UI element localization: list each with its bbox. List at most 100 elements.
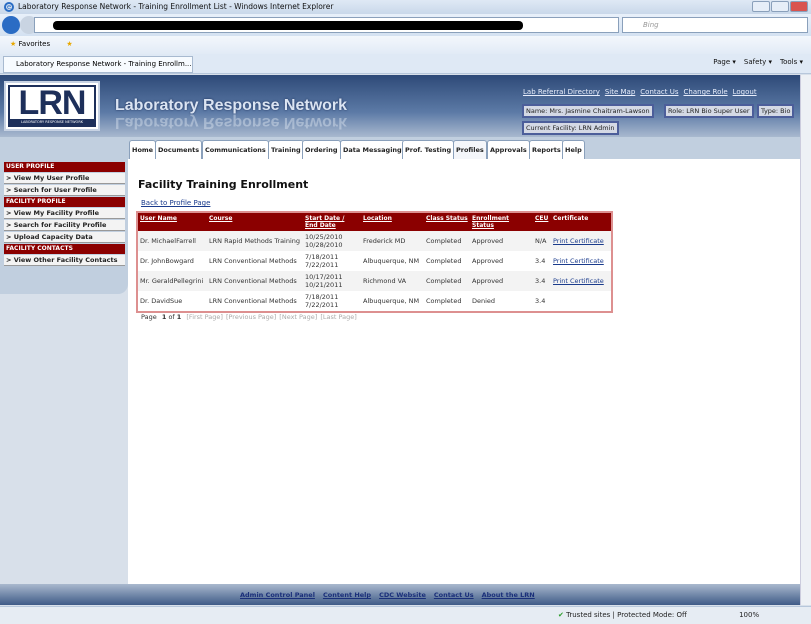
- enrollment-table: User Name Course Start Date / End Date L…: [136, 211, 613, 313]
- safety-menu[interactable]: Safety ▾: [744, 58, 772, 66]
- logo-text: LRN: [18, 84, 87, 122]
- top-links: Lab Referral Directory Site Map Contact Us…: [523, 88, 762, 96]
- tab-communications[interactable]: Communications: [202, 140, 269, 159]
- cell-course: LRN Conventional Methods: [209, 297, 297, 305]
- star-icon: ★: [10, 40, 17, 48]
- site-footer: Admin Control Panel Content Help CDC Websi…: [0, 584, 800, 605]
- col-user-name[interactable]: User Name: [140, 215, 177, 222]
- tab-prof-testing[interactable]: Prof. Testing: [402, 140, 455, 159]
- cell-class-status: Completed: [424, 231, 470, 251]
- cdc-website-link[interactable]: CDC Website: [379, 591, 426, 599]
- search-box[interactable]: Bing: [622, 17, 808, 33]
- close-button[interactable]: [790, 1, 808, 12]
- tab-training[interactable]: Training: [268, 140, 304, 159]
- cell-dates: 7/18/2011 7/22/2011: [305, 253, 339, 269]
- cell-course: LRN Conventional Methods: [209, 257, 297, 265]
- change-role-link[interactable]: Change Role: [684, 88, 728, 96]
- address-bar[interactable]: [34, 17, 619, 33]
- lab-referral-link[interactable]: Lab Referral Directory: [523, 88, 600, 96]
- cell-certificate: Print Certificate: [551, 271, 612, 291]
- cell-class-status: Completed: [426, 297, 462, 305]
- sidebar-item-search-facility-profile[interactable]: > Search for Facility Profile: [4, 220, 125, 231]
- tools-menu[interactable]: Tools ▾: [780, 58, 803, 66]
- page-title: Facility Training Enrollment: [138, 178, 309, 191]
- cell-course: LRN Rapid Methods Training: [207, 231, 303, 251]
- tab-ordering[interactable]: Ordering: [302, 140, 341, 159]
- tab-reports[interactable]: Reports: [529, 140, 564, 159]
- cell-enrollment-status: Approved: [470, 231, 533, 251]
- user-name-box: Name: Mrs. Jasmine Chaitram-Lawson: [522, 104, 654, 118]
- contact-us-link[interactable]: Contact Us: [640, 88, 678, 96]
- window-title-bar: e Laboratory Response Network - Training…: [0, 0, 811, 14]
- cell-enrollment-status: Approved: [470, 271, 533, 291]
- col-dates[interactable]: Start Date / End Date: [305, 215, 344, 229]
- site-map-link[interactable]: Site Map: [605, 88, 635, 96]
- main-nav: Home Documents Communications Training O…: [0, 137, 800, 162]
- sidebar-item-view-user-profile[interactable]: > View My User Profile: [4, 173, 125, 184]
- tab-documents[interactable]: Documents: [155, 140, 203, 159]
- cell-ceu: 3.4: [535, 257, 546, 265]
- site-header: LRN LABORATORY RESPONSE NETWORK Laborator…: [0, 75, 800, 137]
- window-title: Laboratory Response Network - Training E…: [18, 2, 334, 11]
- col-ceu[interactable]: CEU: [535, 215, 548, 222]
- pager-current: 1: [161, 313, 167, 321]
- cell-ceu: 3.4: [533, 271, 551, 291]
- col-course[interactable]: Course: [209, 215, 232, 222]
- about-lrn-link[interactable]: About the LRN: [482, 591, 535, 599]
- user-role-box: Role: LRN Bio Super User: [664, 104, 754, 118]
- sidebar-item-upload-capacity[interactable]: > Upload Capacity Data: [4, 232, 125, 243]
- sidebar-item-view-facility-contacts[interactable]: > View Other Facility Contacts: [4, 255, 125, 266]
- last-page-button[interactable]: [Last Page]: [320, 313, 356, 321]
- cell-class-status: Completed: [424, 271, 470, 291]
- cell-dates: 10/17/2011 10/21/2011: [303, 271, 361, 291]
- cell-ceu: 3.4: [535, 297, 546, 305]
- next-page-button[interactable]: [Next Page]: [279, 313, 317, 321]
- back-button[interactable]: [2, 16, 20, 34]
- browser-tab[interactable]: Laboratory Response Network - Training E…: [3, 56, 193, 73]
- cell-dates: 10/25/2010 10/28/2010: [303, 231, 361, 251]
- cell-ceu: N/A: [533, 231, 551, 251]
- minimize-button[interactable]: [752, 1, 770, 12]
- favorites-bar: ★ Favorites ★: [0, 36, 811, 54]
- table-row: Dr. MichaelFarrell LRN Rapid Methods Trai…: [137, 231, 612, 251]
- col-enrollment-status[interactable]: Enrollment Status: [472, 215, 509, 229]
- col-class-status[interactable]: Class Status: [426, 215, 468, 222]
- admin-control-panel-link[interactable]: Admin Control Panel: [240, 591, 315, 599]
- tab-home[interactable]: Home: [129, 140, 157, 159]
- cell-location: Frederick MD: [361, 231, 424, 251]
- back-to-profile-link[interactable]: Back to Profile Page: [141, 199, 210, 207]
- favorites-button[interactable]: Favorites: [19, 40, 51, 48]
- cell-user-name: Mr. GeraldPellegrini: [137, 271, 207, 291]
- first-page-button[interactable]: [First Page]: [186, 313, 223, 321]
- cell-dates: 7/18/2011 7/22/2011: [305, 293, 339, 309]
- cell-class-status: Completed: [426, 257, 462, 265]
- cell-user-name: Dr. JohnBowgard: [140, 257, 194, 265]
- redacted-url: [53, 21, 523, 30]
- sidebar-header-facility-profile: FACILITY PROFILE: [4, 197, 125, 207]
- print-certificate-link[interactable]: Print Certificate: [553, 237, 604, 245]
- print-certificate-link[interactable]: Print Certificate: [553, 257, 604, 265]
- maximize-button[interactable]: [771, 1, 789, 12]
- col-location[interactable]: Location: [363, 215, 392, 222]
- footer-contact-us-link[interactable]: Contact Us: [434, 591, 474, 599]
- logout-link[interactable]: Logout: [733, 88, 757, 96]
- check-icon: ✔: [558, 611, 564, 619]
- sidebar-item-search-user-profile[interactable]: > Search for User Profile: [4, 185, 125, 196]
- tab-data-messaging[interactable]: Data Messaging: [340, 140, 405, 159]
- security-zone[interactable]: Trusted sites | Protected Mode: Off: [566, 611, 687, 619]
- tab-approvals[interactable]: Approvals: [487, 140, 530, 159]
- print-certificate-link[interactable]: Print Certificate: [553, 277, 604, 285]
- pager-total: 1: [176, 313, 182, 321]
- lrn-logo[interactable]: LRN LABORATORY RESPONSE NETWORK: [4, 81, 100, 131]
- sidebar-item-view-facility-profile[interactable]: > View My Facility Profile: [4, 208, 125, 219]
- sidebar: USER PROFILE > View My User Profile > Se…: [0, 159, 128, 294]
- scrollbar[interactable]: [800, 75, 811, 605]
- add-favorite-icon[interactable]: ★: [66, 40, 72, 48]
- previous-page-button[interactable]: [Previous Page]: [226, 313, 276, 321]
- user-type-box: Type: Bio: [757, 104, 795, 118]
- page-menu[interactable]: Page ▾: [713, 58, 736, 66]
- browser-tab-row: Laboratory Response Network - Training E…: [0, 54, 811, 74]
- tab-help[interactable]: Help: [562, 140, 585, 159]
- content-help-link[interactable]: Content Help: [323, 591, 371, 599]
- zoom-level[interactable]: 100%: [739, 611, 759, 619]
